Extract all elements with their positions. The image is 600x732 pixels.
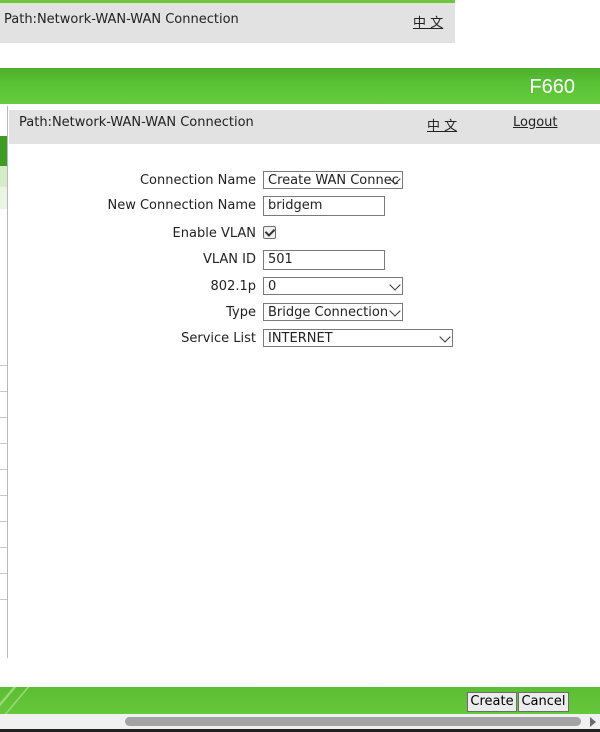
background-language-link[interactable]: 中 文 xyxy=(413,12,443,31)
service-list-label: Service List xyxy=(181,331,256,346)
type-value: Bridge Connection xyxy=(268,305,389,320)
sidebar-divider xyxy=(0,365,7,366)
chevron-down-icon xyxy=(389,279,401,291)
sidebar-divider xyxy=(0,443,7,444)
type-label: Type xyxy=(226,305,256,320)
connection-name-value: Create WAN Connec xyxy=(268,173,399,188)
type-select[interactable]: Bridge Connection xyxy=(263,303,403,321)
new-connection-name-row: New Connection Name bridgem xyxy=(9,196,600,218)
enable-vlan-row: Enable VLAN xyxy=(9,224,600,246)
dot1p-value: 0 xyxy=(268,279,277,294)
logout-link[interactable]: Logout xyxy=(513,115,558,130)
sidebar-item[interactable] xyxy=(0,187,7,209)
new-connection-name-label: New Connection Name xyxy=(107,198,256,213)
language-switch-link[interactable]: 中 文 xyxy=(427,115,457,134)
sidebar-menu xyxy=(0,106,8,658)
chevron-down-icon xyxy=(389,305,401,317)
sidebar-divider xyxy=(0,573,7,574)
sidebar-divider xyxy=(0,469,7,470)
dot1p-row: 802.1p 0 xyxy=(9,277,600,299)
connection-name-row: Connection Name Create WAN Connec xyxy=(9,171,600,193)
dot1p-select[interactable]: 0 xyxy=(263,277,403,295)
scroll-right-arrow-icon[interactable] xyxy=(590,717,596,727)
breadcrumb: Path:Network-WAN-WAN Connection xyxy=(19,115,254,130)
cancel-button[interactable]: Cancel xyxy=(518,692,569,712)
checkmark-icon xyxy=(264,226,276,237)
horizontal-scrollbar[interactable] xyxy=(0,714,600,729)
vlan-id-label: VLAN ID xyxy=(202,252,256,267)
sidebar-divider xyxy=(0,495,7,496)
sidebar-item[interactable] xyxy=(0,166,7,187)
sidebar-divider xyxy=(0,599,7,600)
chevron-down-icon xyxy=(439,331,451,343)
sidebar-divider xyxy=(0,547,7,548)
sidebar-divider xyxy=(0,521,7,522)
sidebar-divider xyxy=(0,417,7,418)
vlan-id-input[interactable]: 501 xyxy=(263,250,385,270)
connection-name-label: Connection Name xyxy=(139,173,256,188)
enable-vlan-checkbox[interactable] xyxy=(263,226,276,239)
sidebar-divider xyxy=(0,391,7,392)
new-connection-name-input[interactable]: bridgem xyxy=(263,196,385,216)
create-button[interactable]: Create xyxy=(467,692,517,712)
service-list-row: Service List INTERNET xyxy=(9,329,600,351)
type-row: Type Bridge Connection xyxy=(9,303,600,325)
dot1p-label: 802.1p xyxy=(210,279,256,294)
header-banner: F660 xyxy=(0,68,600,104)
enable-vlan-label: Enable VLAN xyxy=(172,226,256,241)
background-breadcrumb: Path:Network-WAN-WAN Connection xyxy=(4,12,239,27)
service-list-select[interactable]: INTERNET xyxy=(263,329,453,347)
scrollbar-thumb[interactable] xyxy=(125,717,581,726)
breadcrumb-bar: Path:Network-WAN-WAN Connection 中 文 Logo… xyxy=(9,110,600,144)
device-model-title: F660 xyxy=(529,76,575,98)
background-window: Path:Network-WAN-WAN Connection 中 文 xyxy=(0,0,455,43)
vlan-id-row: VLAN ID 501 xyxy=(9,250,600,272)
connection-name-select[interactable]: Create WAN Connec xyxy=(263,171,403,189)
service-list-value: INTERNET xyxy=(268,331,333,346)
accent-line xyxy=(0,0,455,3)
sidebar-item-active[interactable] xyxy=(0,136,7,166)
